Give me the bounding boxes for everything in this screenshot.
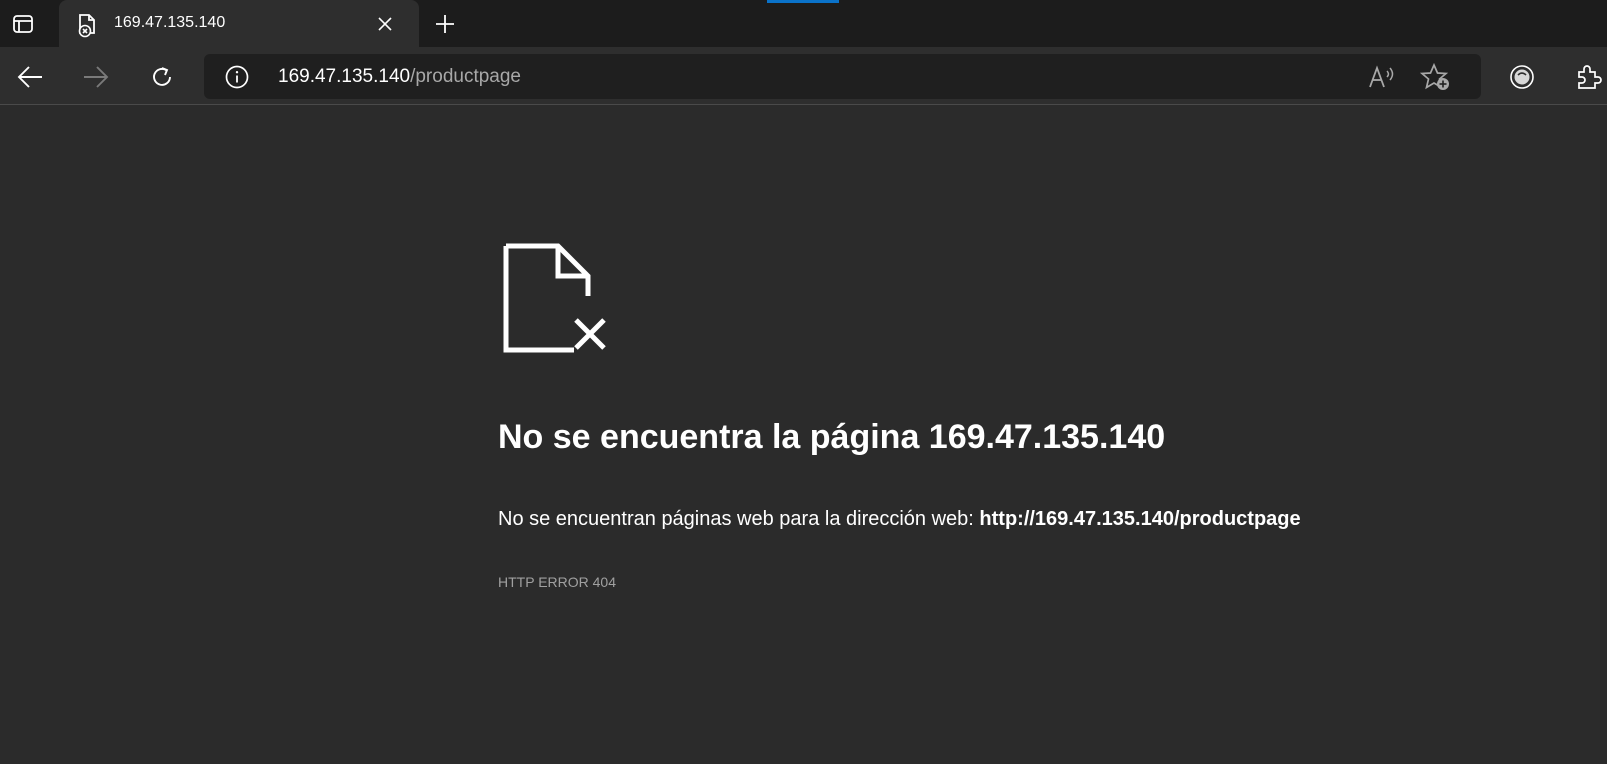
broken-page-icon [503,243,606,353]
error-title: No se encuentra la página 169.47.135.140 [498,418,1166,456]
tab-close-button[interactable] [371,10,399,38]
browser-essentials-icon [1510,65,1534,89]
error-description: No se encuentran páginas web para la dir… [498,508,1301,531]
refresh-button[interactable] [144,59,180,95]
arrow-left-icon [17,66,42,88]
error-description-text: No se encuentran páginas web para la dir… [498,508,980,530]
url-path: /productpage [410,66,521,87]
navigation-toolbar: 169.47.135.140/productpage [0,47,1607,105]
read-aloud-icon[interactable] [1367,63,1397,91]
back-button[interactable] [12,59,48,95]
tab-actions-icon [13,15,33,33]
browser-essentials-button[interactable] [1504,59,1540,95]
refresh-icon [153,67,171,86]
arrow-right-icon [84,66,109,88]
tab-title: 169.47.135.140 [114,14,226,31]
url-host: 169.47.135.140 [278,66,411,87]
error-url: http://169.47.135.140/productpage [979,508,1301,530]
error-code: HTTP ERROR 404 [498,574,616,590]
url-text[interactable]: 169.47.135.140/productpage [278,66,521,88]
plus-icon [436,15,454,33]
loading-indicator [767,0,839,3]
favorite-add-icon[interactable] [1420,62,1452,92]
forward-button[interactable] [78,59,114,95]
page-content: No se encuentra la página 169.47.135.140… [0,106,1607,764]
puzzle-icon [1578,65,1602,89]
tab-active[interactable]: 169.47.135.140 [59,0,419,47]
close-icon [378,17,392,31]
new-tab-button[interactable] [430,9,460,39]
address-bar[interactable]: 169.47.135.140/productpage [204,54,1481,99]
page-error-icon [78,14,95,38]
tab-actions-button[interactable] [8,10,38,38]
tab-strip: 169.47.135.140 [0,0,1607,47]
extensions-button[interactable] [1570,59,1606,95]
info-icon[interactable] [224,64,250,90]
